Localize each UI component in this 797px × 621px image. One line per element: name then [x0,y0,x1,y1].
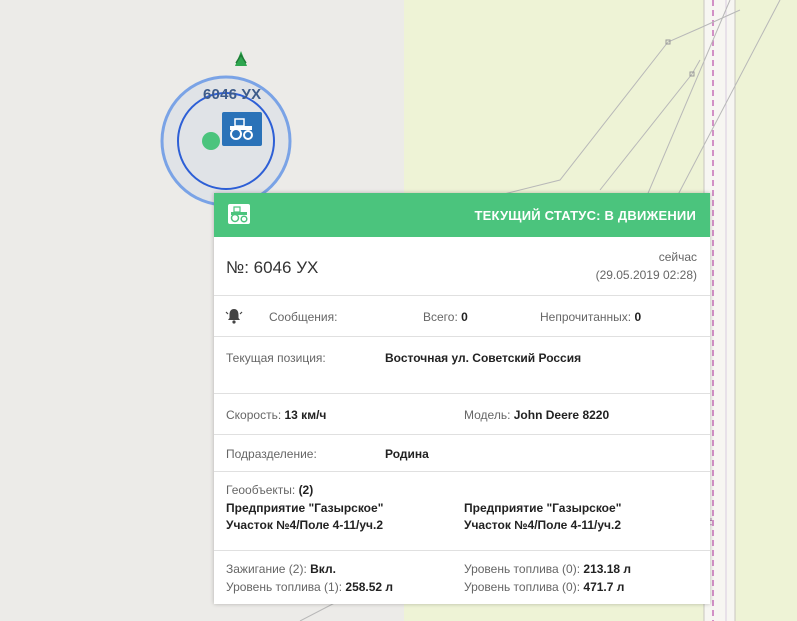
messages-unread-value: 0 [634,310,642,324]
geoobject-1-name: Предприятие "Газырское" [226,501,384,515]
time-absolute: (29.05.2019 02:28) [595,268,697,282]
position-label: Текущая позиция: [226,351,326,365]
fuel-0b-value: 471.7 л [583,580,625,594]
status-text: ТЕКУЩИЙ СТАТУС: В ДВИЖЕНИИ [474,208,696,223]
messages-unread-label: Непрочитанных: [540,310,632,324]
speed-model-section: Скорость: 13 км/ч Модель: John Deere 822… [214,394,710,435]
geoobject-2-name: Предприятие "Газырское" [464,501,622,515]
popup-header: ТЕКУЩИЙ СТАТУС: В ДВИЖЕНИИ [214,193,710,237]
tractor-icon [228,204,250,224]
geoobject-1-area: Участок №4/Поле 4-11/уч.2 [226,518,384,532]
geoobjects-label: Геообъекты: [226,483,296,497]
location-dot [202,132,220,150]
geoobjects-section: Геообъекты: (2) Предприятие "Газырское" … [214,472,710,551]
vehicle-map-label[interactable]: 6046 УХ [203,86,261,103]
bell-icon [225,309,243,324]
sensors-section: Зажигание (2): Вкл. Уровень топлива (1):… [214,551,710,609]
division-label: Подразделение: [226,447,317,461]
division-section: Подразделение: Родина [214,435,710,472]
vehicle-info-popup: ТЕКУЩИЙ СТАТУС: В ДВИЖЕНИИ №: 6046 УХ се… [214,193,710,604]
time-relative: сейчас [658,250,697,264]
fuel-1-label: Уровень топлива (1): [226,580,343,594]
field-area-right [735,0,797,621]
ignition-label: Зажигание (2): [226,562,307,576]
speed-label: Скорость: [226,408,282,422]
position-section: Текущая позиция: Восточная ул. Советский… [214,337,710,394]
speed-value: 13 км/ч [284,408,327,422]
messages-label: Сообщения: [269,310,338,324]
vehicle-number: №: 6046 УХ [226,258,319,277]
tractor-marker-icon[interactable] [222,112,262,146]
messages-section: Сообщения: Всего: 0 Непрочитанных: 0 [214,296,710,337]
model-value: John Deere 8220 [513,408,610,422]
division-value: Родина [385,447,429,461]
fuel-0a-label: Уровень топлива (0): [464,562,581,576]
model-label: Модель: [464,408,511,422]
position-value: Восточная ул. Советский Россия [385,351,582,365]
geoobjects-count: (2) [298,483,314,497]
geoobject-2-area: Участок №4/Поле 4-11/уч.2 [464,518,622,532]
vehicle-number-section: №: 6046 УХ сейчас (29.05.2019 02:28) [214,237,710,296]
messages-total-value: 0 [461,310,468,324]
ignition-value: Вкл. [310,562,336,576]
messages-total-label: Всего: [423,310,458,324]
fuel-0b-label: Уровень топлива (0): [464,580,581,594]
fuel-1-value: 258.52 л [345,580,394,594]
fuel-0a-value: 213.18 л [583,562,632,576]
